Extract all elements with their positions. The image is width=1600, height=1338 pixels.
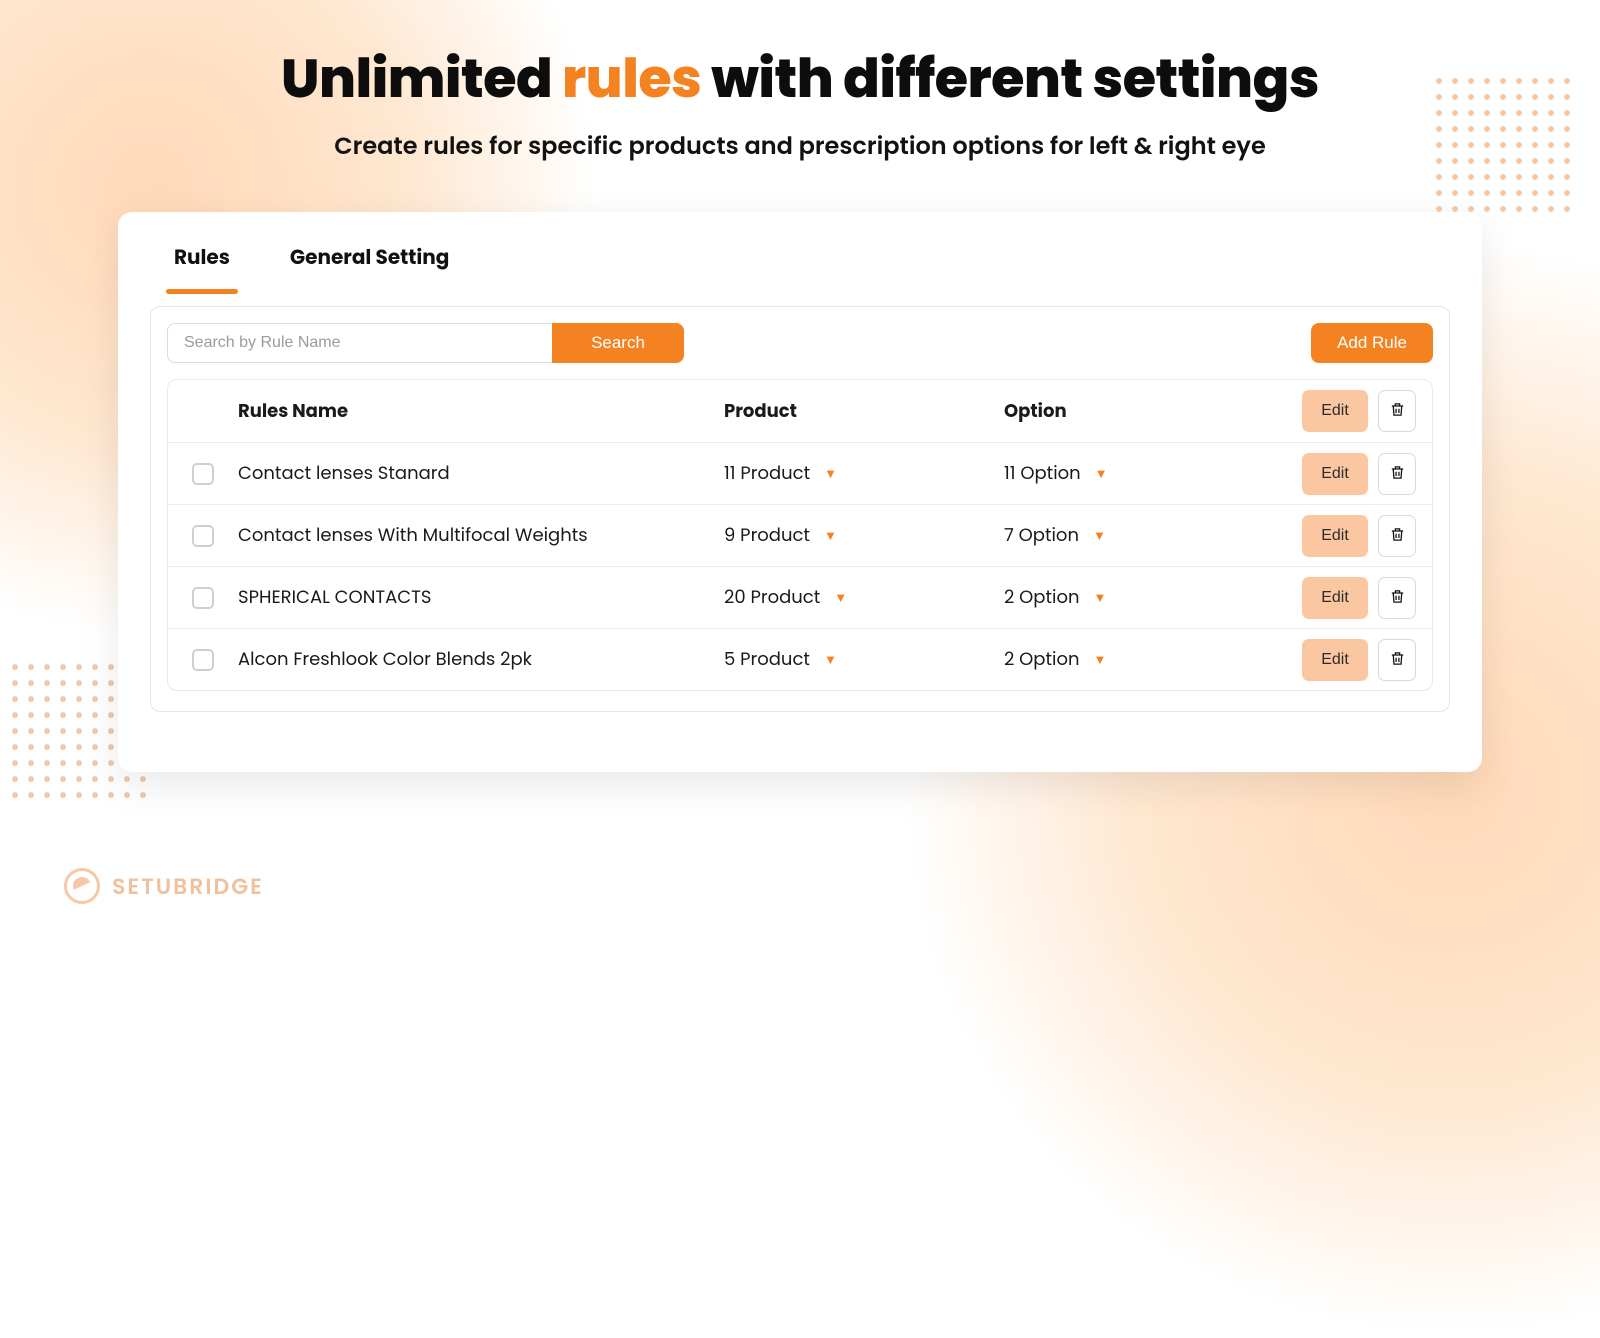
title-part1: Unlimited <box>281 40 562 116</box>
toolbar: Search Add Rule <box>167 323 1433 363</box>
option-cell: 2 Option ▼ <box>996 636 1256 683</box>
delete-button[interactable] <box>1378 515 1416 557</box>
search-input[interactable] <box>167 323 552 363</box>
rules-table: Rules Name Product Option Edit Contact l… <box>167 379 1433 691</box>
chevron-down-icon[interactable]: ▼ <box>1094 650 1107 670</box>
title-part2: with different settings <box>701 40 1319 116</box>
table-header-row: Rules Name Product Option Edit <box>168 380 1432 442</box>
edit-button[interactable]: Edit <box>1302 639 1368 681</box>
product-count: 20 Product <box>724 584 820 611</box>
chevron-down-icon[interactable]: ▼ <box>824 526 837 546</box>
option-count: 2 Option <box>1004 584 1080 611</box>
option-cell: 7 Option ▼ <box>996 512 1256 559</box>
rule-name: Alcon Freshlook Color Blends 2pk <box>238 636 716 683</box>
col-rules-name: Rules Name <box>238 388 716 435</box>
rules-card: Search Add Rule Rules Name Product Optio… <box>150 306 1450 712</box>
row-checkbox[interactable] <box>192 525 214 547</box>
product-count: 9 Product <box>724 522 810 549</box>
trash-icon <box>1389 401 1406 421</box>
tab-rules[interactable]: Rules <box>174 236 230 290</box>
product-cell: 5 Product ▼ <box>716 636 996 683</box>
option-count: 7 Option <box>1004 522 1079 549</box>
option-count: 11 Option <box>1004 460 1081 487</box>
chevron-down-icon[interactable]: ▼ <box>824 464 837 484</box>
option-count: 2 Option <box>1004 646 1080 673</box>
edit-button[interactable]: Edit <box>1302 515 1368 557</box>
trash-icon <box>1389 526 1406 546</box>
table-row: SPHERICAL CONTACTS 20 Product ▼ 2 Option… <box>168 566 1432 628</box>
edit-button[interactable]: Edit <box>1302 453 1368 495</box>
product-cell: 9 Product ▼ <box>716 512 996 559</box>
rule-name: SPHERICAL CONTACTS <box>238 574 716 621</box>
trash-icon <box>1389 650 1406 670</box>
chevron-down-icon[interactable]: ▼ <box>824 650 837 670</box>
page-heading: Unlimited rules with different settings … <box>0 38 1600 164</box>
rule-name: Contact lenses Stanard <box>238 450 716 497</box>
row-checkbox[interactable] <box>192 649 214 671</box>
col-option: Option <box>996 388 1256 435</box>
delete-button[interactable] <box>1378 453 1416 495</box>
table-row: Contact lenses Stanard 11 Product ▼ 11 O… <box>168 442 1432 504</box>
row-checkbox[interactable] <box>192 463 214 485</box>
brand-logo-icon <box>64 868 100 904</box>
edit-button[interactable]: Edit <box>1302 390 1368 432</box>
add-rule-button[interactable]: Add Rule <box>1311 323 1433 363</box>
delete-button[interactable] <box>1378 639 1416 681</box>
search-button[interactable]: Search <box>552 323 684 363</box>
chevron-down-icon[interactable]: ▼ <box>1094 588 1107 608</box>
option-cell: 11 Option ▼ <box>996 450 1256 497</box>
delete-button[interactable] <box>1378 577 1416 619</box>
trash-icon <box>1389 464 1406 484</box>
chevron-down-icon[interactable]: ▼ <box>834 588 847 608</box>
title-accent: rules <box>562 40 701 116</box>
chevron-down-icon[interactable]: ▼ <box>1095 464 1108 484</box>
tab-bar: Rules General Setting <box>118 236 1482 290</box>
delete-button[interactable] <box>1378 390 1416 432</box>
product-count: 5 Product <box>724 646 810 673</box>
table-row: Alcon Freshlook Color Blends 2pk 5 Produ… <box>168 628 1432 690</box>
product-count: 11 Product <box>724 460 810 487</box>
col-product: Product <box>716 388 996 435</box>
product-cell: 11 Product ▼ <box>716 450 996 497</box>
page-subtitle: Create rules for specific products and p… <box>0 129 1600 164</box>
brand-footer: SETUBRIDGE <box>64 868 264 904</box>
brand-name: SETUBRIDGE <box>112 870 264 903</box>
trash-icon <box>1389 588 1406 608</box>
option-cell: 2 Option ▼ <box>996 574 1256 621</box>
table-row: Contact lenses With Multifocal Weights 9… <box>168 504 1432 566</box>
product-cell: 20 Product ▼ <box>716 574 996 621</box>
edit-button[interactable]: Edit <box>1302 577 1368 619</box>
rules-panel: Rules General Setting Search Add Rule Ru… <box>118 212 1482 772</box>
row-checkbox[interactable] <box>192 587 214 609</box>
rule-name: Contact lenses With Multifocal Weights <box>238 512 716 559</box>
tab-general-setting[interactable]: General Setting <box>290 236 449 290</box>
header-actions: Edit <box>1256 390 1416 432</box>
page-title: Unlimited rules with different settings <box>0 38 1600 119</box>
chevron-down-icon[interactable]: ▼ <box>1093 526 1106 546</box>
